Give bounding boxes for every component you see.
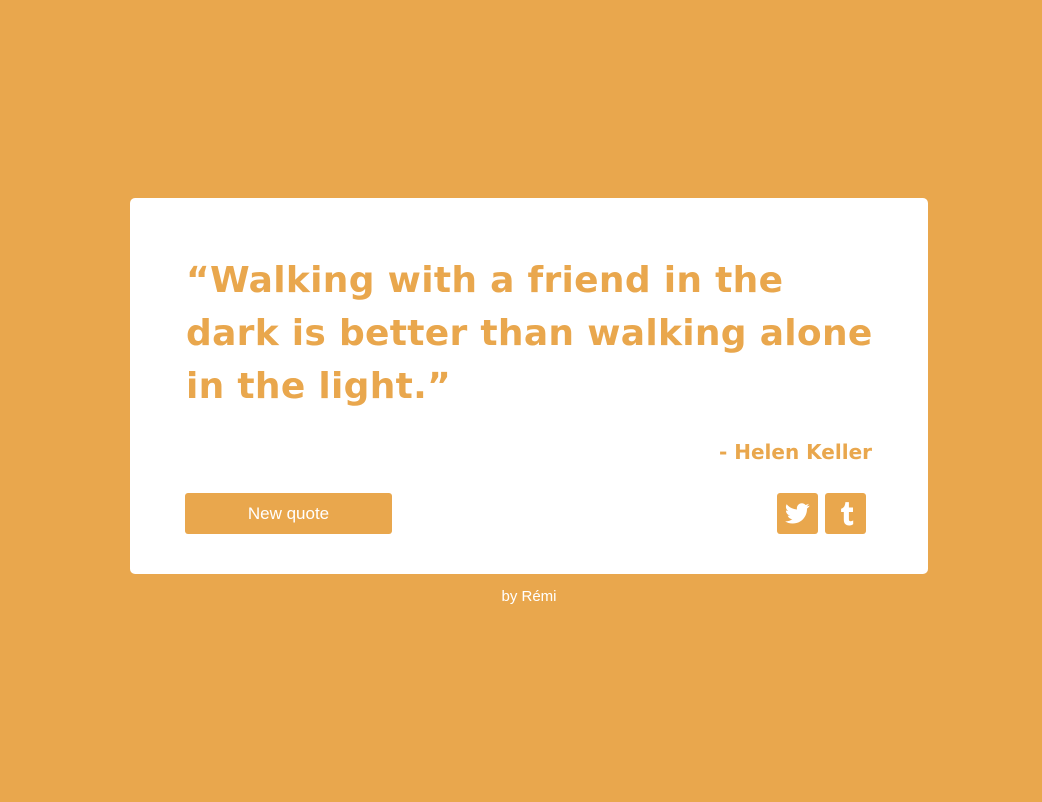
footer-credit: by Rémi	[501, 588, 557, 605]
quote-author: - Helen Keller	[718, 440, 872, 464]
new-quote-button[interactable]: New quote	[185, 493, 392, 534]
quote-card: “Walking with a friend in the dark is be…	[130, 198, 928, 574]
tumblr-icon	[837, 501, 855, 526]
quote-text: “Walking with a friend in the dark is be…	[186, 260, 873, 407]
tumblr-share-button[interactable]	[825, 493, 866, 534]
twitter-icon	[785, 503, 810, 524]
tweet-quote-button[interactable]	[777, 493, 818, 534]
